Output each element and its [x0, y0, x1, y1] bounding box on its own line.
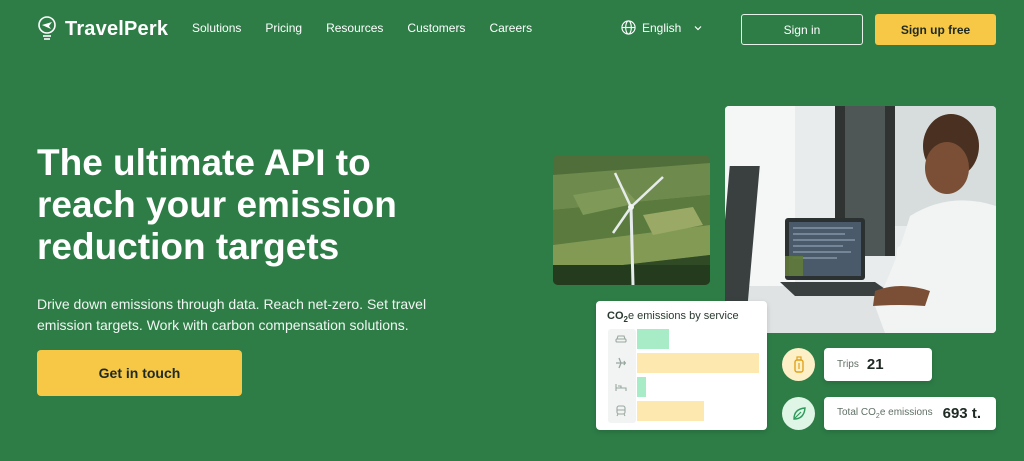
emissions-by-service-card: CO2e emissions by service — [596, 301, 767, 430]
leaf-icon — [792, 406, 806, 420]
emission-bar — [637, 377, 646, 397]
emissions-card-title: CO2e emissions by service — [607, 310, 739, 325]
nav-customers[interactable]: Customers — [407, 21, 465, 35]
nav-links: Solutions Pricing Resources Customers Ca… — [192, 21, 532, 35]
trips-stat-card: Trips 21 — [824, 348, 932, 381]
top-nav: TravelPerk Solutions Pricing Resources C… — [0, 0, 1024, 60]
total-emissions-label: Total CO2e emissions — [837, 407, 933, 420]
nav-pricing[interactable]: Pricing — [265, 21, 302, 35]
nav-careers[interactable]: Careers — [489, 21, 532, 35]
train-icon — [612, 403, 630, 419]
sign-up-button[interactable]: Sign up free — [875, 14, 996, 45]
language-label: English — [642, 20, 682, 35]
hero-title: The ultimate API to reach your emission … — [37, 142, 397, 267]
nav-solutions[interactable]: Solutions — [192, 21, 241, 35]
lightbulb-plane-icon — [38, 16, 56, 40]
total-emissions-value: 693 t. — [942, 405, 981, 422]
language-selector[interactable]: English — [621, 20, 703, 35]
plane-icon — [612, 355, 630, 371]
hero-subtitle: Drive down emissions through data. Reach… — [37, 296, 427, 333]
man-at-laptop-image — [725, 106, 996, 333]
emission-bar — [637, 401, 704, 421]
emission-row — [608, 353, 759, 373]
nav-resources[interactable]: Resources — [326, 21, 383, 35]
emissions-bars — [608, 329, 759, 423]
car-icon — [612, 331, 630, 347]
wind-turbine-image — [553, 155, 710, 285]
emission-row — [608, 329, 758, 349]
trips-value: 21 — [866, 356, 884, 373]
luggage-icon — [793, 355, 804, 373]
globe-icon — [621, 20, 636, 35]
get-in-touch-button[interactable]: Get in touch — [37, 350, 242, 396]
emission-bar — [637, 353, 759, 373]
logo[interactable]: TravelPerk — [37, 16, 168, 42]
trips-icon-badge — [782, 348, 815, 381]
emission-bar — [637, 329, 669, 349]
sign-in-button[interactable]: Sign in — [741, 14, 863, 45]
emissions-icon-badge — [782, 397, 815, 430]
total-emissions-stat-card: Total CO2e emissions 693 t. — [824, 397, 996, 430]
brand-name: TravelPerk — [65, 17, 169, 40]
trips-label: Trips — [837, 359, 859, 370]
bed-icon — [612, 379, 630, 395]
chevron-down-icon — [694, 25, 702, 30]
emission-row — [608, 377, 758, 397]
emission-row — [608, 401, 758, 421]
